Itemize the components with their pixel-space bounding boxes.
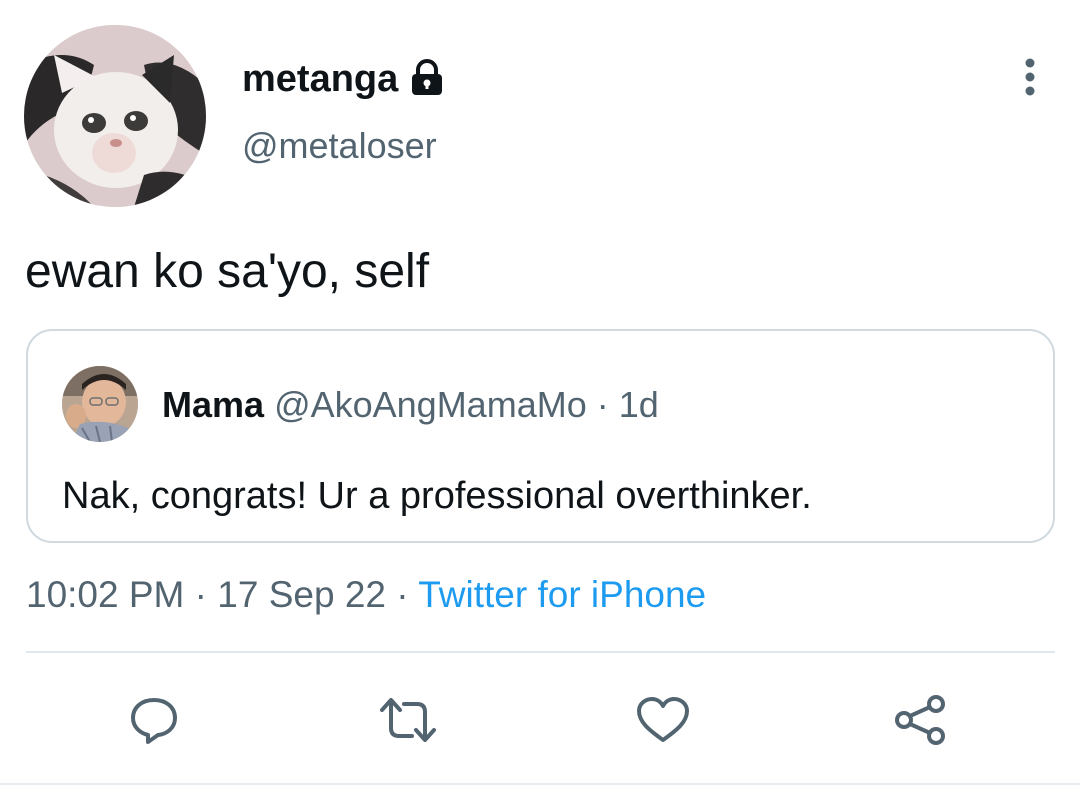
share-icon	[895, 695, 945, 745]
quoted-timestamp[interactable]: 1d	[619, 384, 659, 425]
quoted-author-name[interactable]: Mama	[162, 384, 264, 425]
quoted-tweet-header: Mama @AkoAngMamaMo · 1d	[162, 383, 659, 427]
reply-button[interactable]	[124, 690, 184, 750]
more-options-icon[interactable]	[1008, 55, 1052, 99]
tweet-meta: 10:02 PM · 17 Sep 22 · Twitter for iPhon…	[26, 572, 706, 618]
lock-icon	[407, 58, 447, 98]
tweet-date[interactable]: 17 Sep 22	[217, 574, 386, 615]
reply-icon	[131, 698, 177, 744]
retweet-icon	[380, 698, 436, 742]
like-button[interactable]	[633, 690, 693, 750]
retweet-button[interactable]	[378, 690, 438, 750]
person-avatar-image	[62, 366, 138, 442]
share-button[interactable]	[890, 690, 950, 750]
bottom-divider	[0, 783, 1080, 785]
heart-icon	[637, 697, 689, 742]
quoted-author-handle[interactable]: @AkoAngMamaMo	[274, 384, 587, 425]
quoted-separator: ·	[596, 384, 609, 425]
author-display-name[interactable]: metanga	[242, 56, 398, 102]
author-handle[interactable]: @metaloser	[242, 124, 437, 168]
cat-avatar-image	[24, 25, 206, 207]
tweet-time[interactable]: 10:02 PM	[26, 574, 184, 615]
quoted-tweet-text: Nak, congrats! Ur a professional overthi…	[62, 475, 812, 517]
quoted-author-avatar[interactable]	[62, 366, 138, 442]
meta-separator: ·	[396, 574, 409, 615]
tweet-text: ewan ko sa'yo, self	[25, 245, 430, 298]
meta-separator: ·	[194, 574, 207, 615]
divider	[26, 651, 1055, 653]
author-avatar[interactable]	[24, 25, 206, 207]
tweet-source-link[interactable]: Twitter for iPhone	[418, 574, 706, 615]
